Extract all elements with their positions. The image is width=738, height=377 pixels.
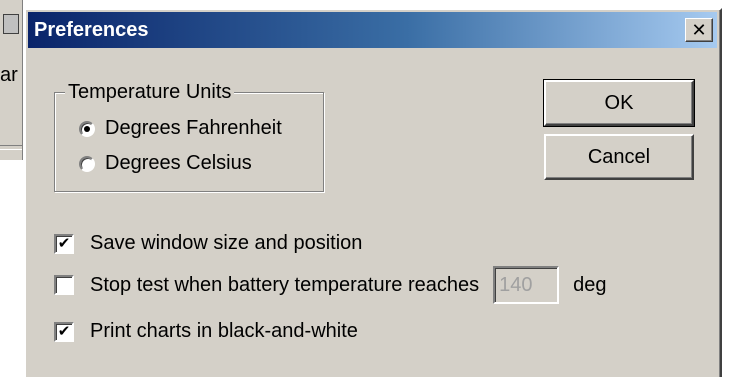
- unit-label: deg: [573, 273, 607, 296]
- close-icon: ✕: [691, 20, 707, 40]
- checkbox-stop-test[interactable]: [54, 275, 74, 295]
- check-icon: ✔: [57, 323, 71, 340]
- background-edge: [722, 0, 738, 375]
- option-save-window[interactable]: ✔ Save window size and position: [54, 232, 362, 255]
- background-divider: [0, 145, 22, 150]
- dialog-title: Preferences: [34, 19, 149, 41]
- option-print-bw[interactable]: ✔ Print charts in black-and-white: [54, 320, 358, 343]
- radio-label: Degrees Fahrenheit: [105, 117, 282, 139]
- radio-celsius[interactable]: Degrees Celsius: [79, 152, 252, 175]
- group-legend: Temperature Units: [65, 81, 235, 104]
- background-app-panel: ar: [0, 0, 23, 160]
- app-icon: [3, 14, 19, 34]
- close-button[interactable]: ✕: [685, 18, 713, 42]
- checkbox-print-bw[interactable]: ✔: [54, 321, 74, 342]
- check-icon: ✔: [57, 235, 71, 252]
- radio-label: Degrees Celsius: [105, 152, 252, 174]
- cancel-button[interactable]: Cancel: [544, 134, 694, 180]
- checkbox-save-window[interactable]: ✔: [54, 233, 74, 254]
- temperature-limit-input[interactable]: [493, 266, 560, 304]
- background-menu-fragment: ar: [0, 64, 18, 86]
- preferences-dialog: Preferences ✕ Temperature Units Degrees …: [24, 8, 722, 377]
- option-label: Stop test when battery temperature reach…: [90, 273, 480, 296]
- option-stop-test[interactable]: Stop test when battery temperature reach…: [54, 266, 606, 304]
- ok-button[interactable]: OK: [543, 79, 695, 127]
- option-label: Print charts in black-and-white: [90, 320, 358, 342]
- radio-selected-dot: [84, 125, 90, 132]
- radio-button[interactable]: [79, 155, 95, 172]
- option-label: Save window size and position: [90, 232, 363, 254]
- title-bar[interactable]: Preferences ✕: [28, 12, 717, 48]
- radio-fahrenheit[interactable]: Degrees Fahrenheit: [79, 117, 282, 140]
- radio-button[interactable]: [79, 120, 95, 137]
- temperature-units-group: Temperature Units Degrees Fahrenheit Deg…: [54, 81, 324, 192]
